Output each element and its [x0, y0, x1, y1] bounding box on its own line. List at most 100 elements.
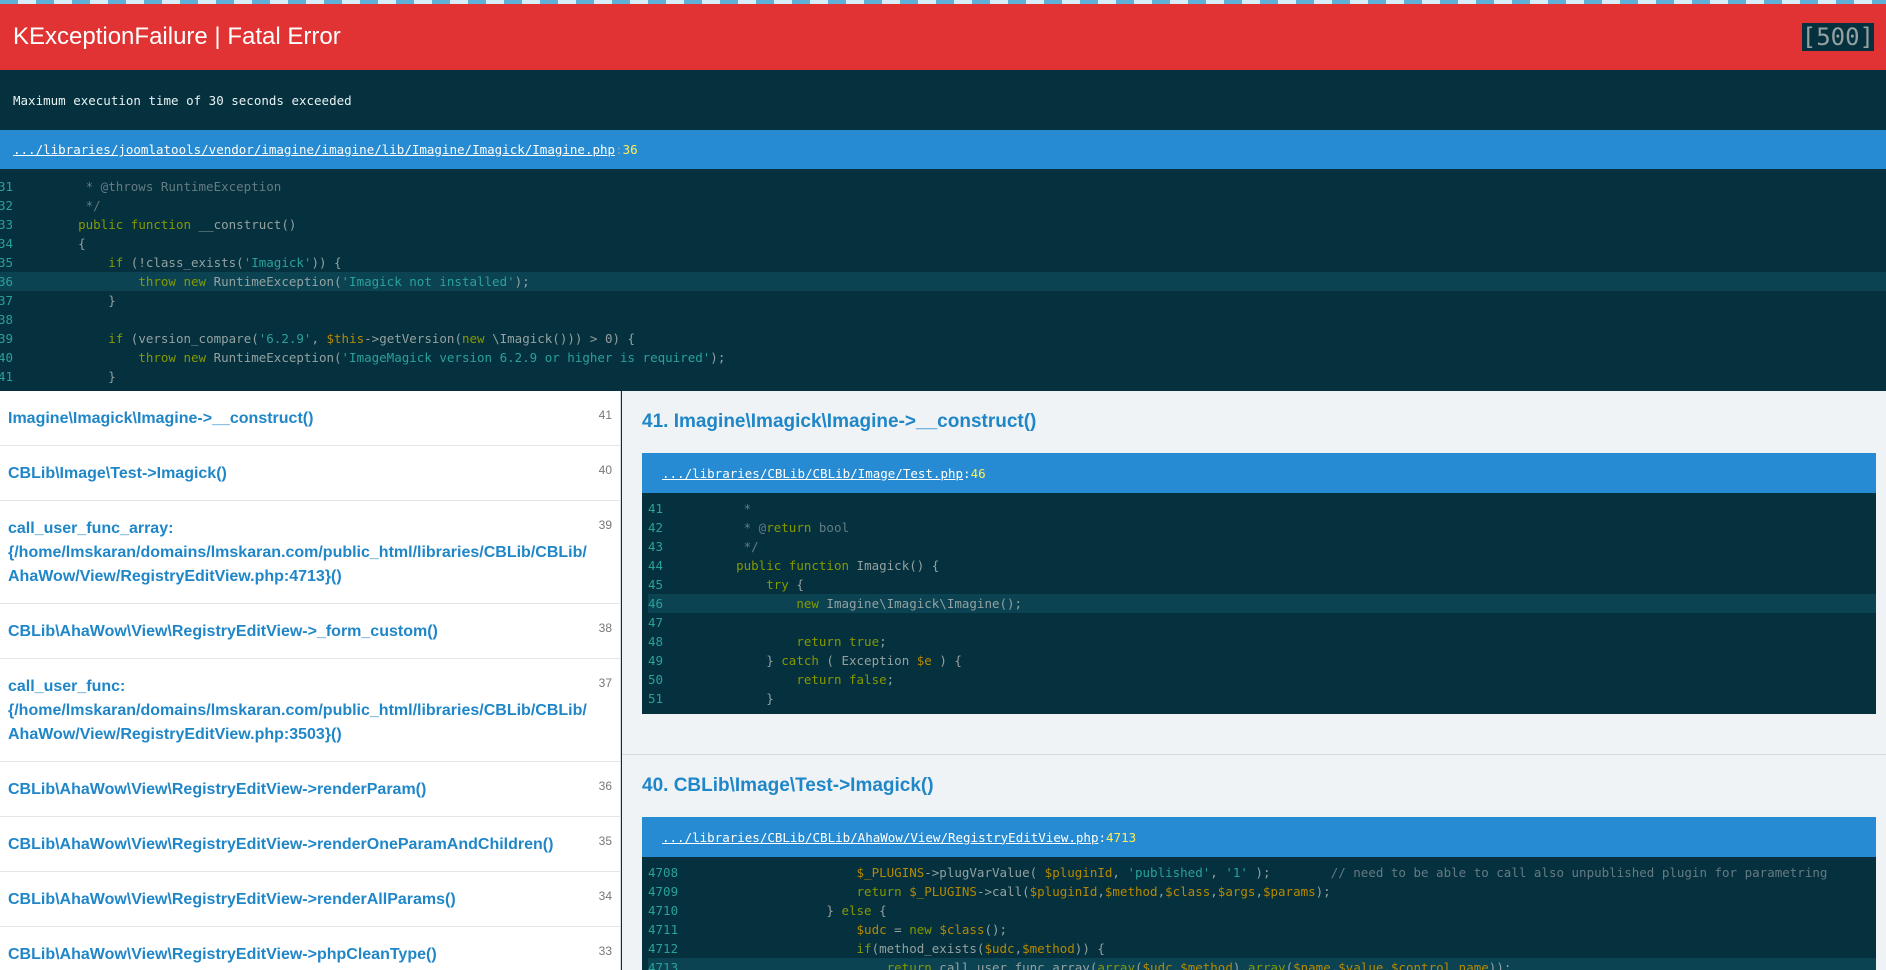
stack-trace-item[interactable]: CBLib\AhaWow\View\RegistryEditView->rend… — [0, 817, 620, 872]
stack-trace-label: CBLib\AhaWow\View\RegistryEditView->rend… — [8, 781, 427, 798]
line-number: 44 — [648, 558, 664, 573]
path-separator: : — [963, 465, 971, 481]
stack-trace-item[interactable]: call_user_func: {/home/lmskaran/domains/… — [0, 659, 620, 762]
code-line: 35 if (!class_exists('Imagick')) { — [0, 253, 1886, 272]
frame-file-line: 4713 — [1106, 829, 1137, 845]
code-text: return call_user_func_array(array($udc,$… — [886, 960, 1512, 970]
stack-trace-label: CBLib\AhaWow\View\RegistryEditView->phpC… — [8, 946, 437, 963]
line-number: 34 — [0, 236, 14, 251]
code-text: return true; — [796, 634, 887, 649]
code-text: $udc = new $class(); — [856, 922, 1008, 937]
code-text: public function __construct() — [78, 217, 297, 232]
stack-trace-number: 36 — [598, 779, 612, 793]
stack-trace-item[interactable]: CBLib\AhaWow\View\RegistryEditView->phpC… — [0, 927, 620, 970]
line-number: 31 — [0, 179, 14, 194]
code-line: 4711 $udc = new $class(); — [648, 920, 1876, 939]
stack-trace-item[interactable]: call_user_func_array: {/home/lmskaran/do… — [0, 501, 620, 604]
code-text: */ — [48, 198, 101, 213]
line-number: 39 — [0, 331, 14, 346]
stack-trace-item[interactable]: CBLib\AhaWow\View\RegistryEditView->rend… — [0, 872, 620, 927]
main-file-path-link[interactable]: .../libraries/joomlatools/vendor/imagine… — [13, 142, 615, 157]
code-text: $_PLUGINS->plugVarValue( $pluginId, 'pub… — [856, 865, 1828, 880]
main-file-bar: .../libraries/joomlatools/vendor/imagine… — [0, 130, 1886, 169]
code-text: if (version_compare('6.2.9', $this->getV… — [108, 331, 636, 346]
code-text: throw new RuntimeException('Imagick not … — [138, 274, 530, 289]
stack-trace-number: 37 — [598, 676, 612, 690]
code-text: throw new RuntimeException('ImageMagick … — [138, 350, 726, 365]
frame-code-snippet: 41 * 42 * @return bool 43 */44 public func… — [642, 493, 1876, 714]
code-line: 31 * @throws RuntimeException — [0, 177, 1886, 196]
code-line: 39 if (version_compare('6.2.9', $this->g… — [0, 329, 1886, 348]
frame-file-path-link[interactable]: .../libraries/CBLib/CBLib/Image/Test.php — [662, 466, 963, 481]
code-line: 40 throw new RuntimeException('ImageMagi… — [0, 348, 1886, 367]
stack-trace-label: call_user_func_array: {/home/lmskaran/do… — [8, 520, 587, 585]
stack-trace-item[interactable]: Imagine\Imagick\Imagine->__construct() 41 — [0, 391, 620, 446]
stack-trace-number: 40 — [598, 463, 612, 477]
code-text: return false; — [796, 672, 895, 687]
code-line: 36 throw new RuntimeException('Imagick n… — [0, 272, 1886, 291]
code-line: 4710 } else { — [648, 901, 1876, 920]
line-number: 37 — [0, 293, 14, 308]
code-line: 41 * — [648, 499, 1876, 518]
code-text: * @return bool — [706, 520, 850, 535]
code-text: public function Imagick() { — [736, 558, 940, 573]
line-number: 47 — [648, 615, 664, 630]
code-line: 48 return true; — [648, 632, 1876, 651]
code-line: 42 * @return bool — [648, 518, 1876, 537]
main-code-snippet: 31 * @throws RuntimeException 32 */33 pub… — [0, 169, 1886, 391]
error-title: KExceptionFailure | Fatal Error — [13, 23, 341, 50]
code-text: } — [48, 369, 116, 384]
error-status-code: [500] — [1801, 23, 1874, 51]
stack-trace-number: 35 — [598, 834, 612, 848]
line-number: 4713 — [648, 960, 679, 970]
code-line: 32 */ — [0, 196, 1886, 215]
line-number: 45 — [648, 577, 664, 592]
code-text: new Imagine\Imagick\Imagine(); — [796, 596, 1023, 611]
error-header: KExceptionFailure | Fatal Error [500] — [0, 4, 1886, 70]
code-line: 43 */ — [648, 537, 1876, 556]
code-text: */ — [706, 539, 759, 554]
code-line: 4712 if(method_exists($udc,$method)) { — [648, 939, 1876, 958]
line-number: 32 — [0, 198, 14, 213]
line-number: 4708 — [648, 865, 679, 880]
line-number: 46 — [648, 596, 664, 611]
frame-detail: 40. CBLib\Image\Test->Imagick() .../libra… — [622, 754, 1886, 970]
code-text: if (!class_exists('Imagick')) { — [108, 255, 342, 270]
code-text: if(method_exists($udc,$method)) { — [856, 941, 1105, 956]
line-number: 41 — [0, 369, 14, 384]
code-line: 33 public function __construct() — [0, 215, 1886, 234]
code-text: } — [706, 691, 774, 706]
code-line: 4709 return $_PLUGINS->call($pluginId,$m… — [648, 882, 1876, 901]
code-text: try { — [766, 577, 804, 592]
line-number: 4712 — [648, 941, 679, 956]
code-line: 47 — [648, 613, 1876, 632]
code-text: } else { — [706, 903, 887, 918]
frame-file-path-link[interactable]: .../libraries/CBLib/CBLib/AhaWow/View/Re… — [662, 830, 1099, 845]
stack-trace-number: 39 — [598, 518, 612, 532]
line-number: 48 — [648, 634, 664, 649]
stack-trace-item[interactable]: CBLib\AhaWow\View\RegistryEditView->rend… — [0, 762, 620, 817]
code-line: 37 } — [0, 291, 1886, 310]
frame-file-line: 46 — [970, 465, 986, 481]
code-line: 4713 return call_user_func_array(array($… — [648, 958, 1876, 970]
code-line: 44 public function Imagick() { — [648, 556, 1876, 575]
stack-trace-number: 33 — [598, 944, 612, 958]
path-separator: : — [1098, 829, 1107, 845]
frame-file-bar: .../libraries/CBLib/CBLib/Image/Test.php… — [642, 453, 1876, 493]
line-number: 4711 — [648, 922, 679, 937]
stack-trace-label: call_user_func: {/home/lmskaran/domains/… — [8, 678, 587, 743]
stack-trace-list: Imagine\Imagick\Imagine->__construct() 41… — [0, 391, 621, 970]
code-line: 51 } — [648, 689, 1876, 708]
line-number: 35 — [0, 255, 14, 270]
stack-trace-item[interactable]: CBLib\AhaWow\View\RegistryEditView->_for… — [0, 604, 620, 659]
line-number: 4709 — [648, 884, 679, 899]
line-number: 49 — [648, 653, 664, 668]
stack-trace-item[interactable]: CBLib\Image\Test->Imagick() 40 — [0, 446, 620, 501]
frame-file-bar: .../libraries/CBLib/CBLib/AhaWow/View/Re… — [642, 817, 1876, 857]
stack-trace-label: Imagine\Imagick\Imagine->__construct() — [8, 410, 314, 427]
code-text: return $_PLUGINS->call($pluginId,$method… — [856, 884, 1331, 899]
stack-trace-number: 41 — [598, 408, 612, 422]
frame-details-panel: 41. Imagine\Imagick\Imagine->__construct… — [622, 391, 1886, 970]
line-number: 41 — [648, 501, 664, 516]
code-line: 50 return false; — [648, 670, 1876, 689]
